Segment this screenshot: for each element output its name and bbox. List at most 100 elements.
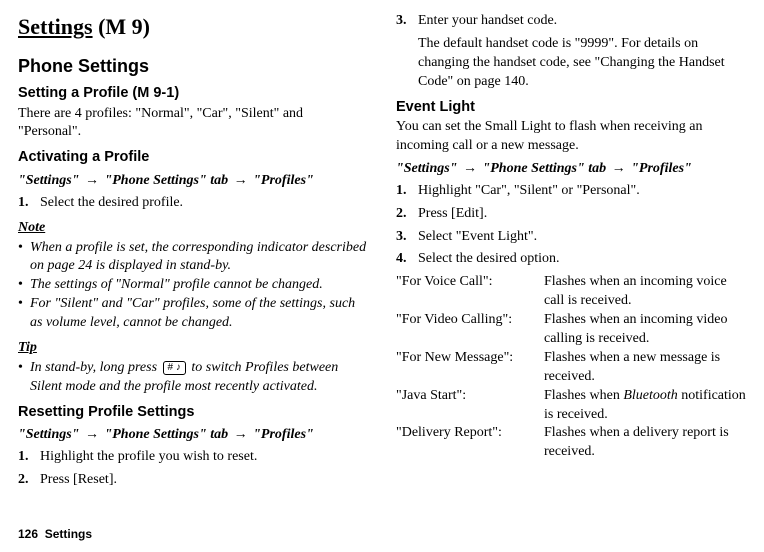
list-item: 1. Highlight the profile you wish to res… bbox=[18, 448, 368, 467]
path-segment: "Phone Settings" tab bbox=[104, 173, 228, 188]
option-key: "Java Start": bbox=[396, 387, 544, 425]
event-light-desc: You can set the Small Light to flash whe… bbox=[396, 118, 746, 156]
path-segment: "Phone Settings" tab bbox=[482, 161, 606, 176]
option-value-pre: Flashes when bbox=[544, 388, 623, 403]
tip-list: • In stand-by, long press # ♪ to switch … bbox=[18, 359, 368, 397]
list-item: • In stand-by, long press # ♪ to switch … bbox=[18, 359, 368, 397]
hash-key-icon: # ♪ bbox=[163, 361, 186, 375]
note-text: When a profile is set, the corresponding… bbox=[30, 239, 368, 277]
setting-profile-desc: There are 4 profiles: "Normal", "Car", "… bbox=[18, 105, 368, 143]
subheading-setting-profile: Setting a Profile (M 9-1) bbox=[18, 84, 368, 104]
path-segment: "Settings" bbox=[18, 173, 79, 188]
chapter-title: Settings bbox=[18, 14, 93, 39]
nav-path-activating: "Settings" → "Phone Settings" tab → "Pro… bbox=[18, 170, 368, 191]
path-segment: "Profiles" bbox=[631, 161, 692, 176]
path-segment: "Settings" bbox=[396, 161, 457, 176]
nav-path-resetting: "Settings" → "Phone Settings" tab → "Pro… bbox=[18, 424, 368, 445]
list-item: 3. Select "Event Light". bbox=[396, 228, 746, 247]
continued-steps: 3. Enter your handset code. The default … bbox=[396, 12, 746, 92]
step-para: The default handset code is "9999". For … bbox=[418, 36, 725, 89]
path-segment: "Profiles" bbox=[253, 427, 314, 442]
note-text: The settings of "Normal" profile cannot … bbox=[30, 276, 368, 295]
resetting-steps: 1. Highlight the profile you wish to res… bbox=[18, 448, 368, 490]
tip-text-pre: In stand-by, long press bbox=[30, 360, 161, 375]
list-item: 1. Highlight "Car", "Silent" or "Persona… bbox=[396, 182, 746, 201]
step-number: 2. bbox=[18, 471, 40, 490]
step-text: Highlight "Car", "Silent" or "Personal". bbox=[418, 182, 746, 201]
list-item: • The settings of "Normal" profile canno… bbox=[18, 276, 368, 295]
sub-menu-number: (M 9-1) bbox=[132, 85, 179, 101]
subheading-event-light: Event Light bbox=[396, 98, 746, 118]
bullet-icon: • bbox=[18, 276, 30, 295]
left-column: Settings (M 9) Phone Settings Setting a … bbox=[18, 12, 368, 494]
table-row: "Java Start": Flashes when Bluetooth not… bbox=[396, 387, 746, 425]
option-key: "Delivery Report": bbox=[396, 424, 544, 462]
path-segment: "Settings" bbox=[18, 427, 79, 442]
page-footer: 126 Settings bbox=[18, 526, 92, 542]
table-row: "For New Message": Flashes when a new me… bbox=[396, 349, 746, 387]
step-text: Select the desired profile. bbox=[40, 194, 368, 213]
arrow-icon: → bbox=[610, 159, 628, 175]
step-text: Select "Event Light". bbox=[418, 228, 746, 247]
bullet-icon: • bbox=[18, 239, 30, 277]
step-text: Press [Edit]. bbox=[418, 205, 746, 224]
note-text: For "Silent" and "Car" profiles, some of… bbox=[30, 295, 368, 333]
option-value: Flashes when Bluetooth notification is r… bbox=[544, 387, 746, 425]
page-number: 126 bbox=[18, 527, 38, 541]
chapter-menu-number: (M 9) bbox=[98, 14, 150, 39]
step-body: Enter your handset code. The default han… bbox=[418, 12, 746, 92]
footer-section: Settings bbox=[45, 527, 92, 541]
step-number: 2. bbox=[396, 205, 418, 224]
path-segment: "Phone Settings" tab bbox=[104, 427, 228, 442]
list-item: 4. Select the desired option. bbox=[396, 250, 746, 269]
chapter-heading: Settings (M 9) bbox=[18, 12, 368, 42]
option-value: Flashes when a new message is received. bbox=[544, 349, 746, 387]
table-row: "Delivery Report": Flashes when a delive… bbox=[396, 424, 746, 462]
list-item: • For "Silent" and "Car" profiles, some … bbox=[18, 295, 368, 333]
bullet-icon: • bbox=[18, 295, 30, 333]
step-text: Enter your handset code. bbox=[418, 13, 557, 28]
list-item: 3. Enter your handset code. The default … bbox=[396, 12, 746, 92]
option-key: "For New Message": bbox=[396, 349, 544, 387]
arrow-icon: → bbox=[232, 425, 250, 441]
list-item: 2. Press [Reset]. bbox=[18, 471, 368, 490]
arrow-icon: → bbox=[461, 159, 479, 175]
step-text: Press [Reset]. bbox=[40, 471, 368, 490]
table-row: "For Voice Call": Flashes when an incomi… bbox=[396, 273, 746, 311]
table-row: "For Video Calling": Flashes when an inc… bbox=[396, 311, 746, 349]
step-number: 3. bbox=[396, 228, 418, 247]
list-item: • When a profile is set, the correspondi… bbox=[18, 239, 368, 277]
step-number: 1. bbox=[18, 194, 40, 213]
list-item: 1. Select the desired profile. bbox=[18, 194, 368, 213]
option-value: Flashes when a delivery report is receiv… bbox=[544, 424, 746, 462]
option-value-italic: Bluetooth bbox=[623, 388, 677, 403]
arrow-icon: → bbox=[83, 171, 101, 187]
event-light-steps: 1. Highlight "Car", "Silent" or "Persona… bbox=[396, 182, 746, 270]
step-number: 1. bbox=[18, 448, 40, 467]
right-column: 3. Enter your handset code. The default … bbox=[396, 12, 746, 494]
option-value: Flashes when an incoming video calling i… bbox=[544, 311, 746, 349]
subheading-resetting-profile: Resetting Profile Settings bbox=[18, 403, 368, 423]
arrow-icon: → bbox=[232, 171, 250, 187]
path-segment: "Profiles" bbox=[253, 173, 314, 188]
tip-label: Tip bbox=[18, 339, 368, 358]
option-table: "For Voice Call": Flashes when an incomi… bbox=[396, 273, 746, 462]
tip-text: In stand-by, long press # ♪ to switch Pr… bbox=[30, 359, 368, 397]
step-text: Highlight the profile you wish to reset. bbox=[40, 448, 368, 467]
step-number: 4. bbox=[396, 250, 418, 269]
bullet-icon: • bbox=[18, 359, 30, 397]
step-number: 1. bbox=[396, 182, 418, 201]
arrow-icon: → bbox=[83, 425, 101, 441]
activating-steps: 1. Select the desired profile. bbox=[18, 194, 368, 213]
list-item: 2. Press [Edit]. bbox=[396, 205, 746, 224]
nav-path-event-light: "Settings" → "Phone Settings" tab → "Pro… bbox=[396, 158, 746, 179]
option-key: "For Video Calling": bbox=[396, 311, 544, 349]
option-value: Flashes when an incoming voice call is r… bbox=[544, 273, 746, 311]
step-text: Select the desired option. bbox=[418, 250, 746, 269]
step-number: 3. bbox=[396, 12, 418, 92]
subheading-text: Setting a Profile bbox=[18, 85, 128, 101]
subheading-activating-profile: Activating a Profile bbox=[18, 148, 368, 168]
note-label: Note bbox=[18, 219, 368, 238]
section-heading-phone-settings: Phone Settings bbox=[18, 54, 368, 78]
option-key: "For Voice Call": bbox=[396, 273, 544, 311]
